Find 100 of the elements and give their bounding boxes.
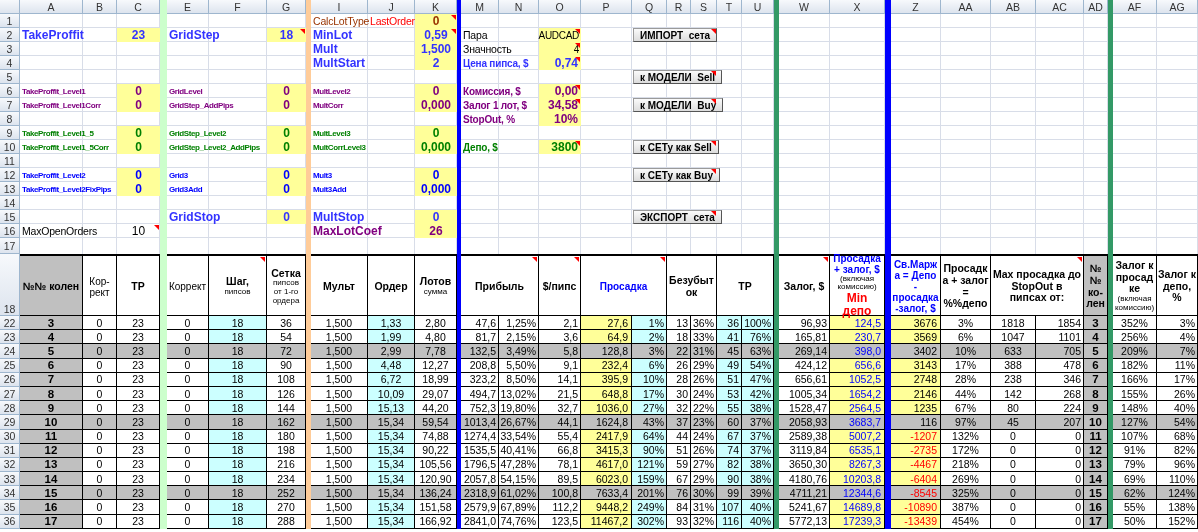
parameter-value[interactable]: 3800	[539, 140, 581, 154]
column-header[interactable]: N	[499, 0, 539, 14]
parameter-value[interactable]: 0,00	[539, 84, 581, 98]
column-header[interactable]: P	[581, 0, 632, 14]
row-number[interactable]: 24	[0, 344, 20, 359]
parameter-value[interactable]: 4	[539, 42, 581, 56]
column-header[interactable]: B	[83, 0, 117, 14]
parameter-value[interactable]: 0,000	[415, 98, 457, 112]
column-header[interactable]: W	[779, 0, 830, 14]
parameter-value[interactable]: 0	[415, 210, 457, 224]
parameter-value[interactable]: 0	[267, 182, 306, 196]
parameter-value[interactable]: 34,58	[539, 98, 581, 112]
column-header[interactable]: R	[667, 0, 691, 14]
parameter-value[interactable]: 1,500	[415, 42, 457, 56]
column-header[interactable]: X	[830, 0, 885, 14]
row-number[interactable]: 15	[0, 210, 20, 224]
column-header[interactable]: AA	[941, 0, 991, 14]
parameter-value[interactable]: 2	[415, 56, 457, 70]
parameter-value[interactable]: 0	[267, 168, 306, 182]
macro-button[interactable]: к МОДЕЛИ Buy	[633, 98, 724, 112]
table-cell: 0	[83, 316, 117, 331]
column-header[interactable]: AC	[1036, 0, 1084, 14]
parameter-value[interactable]: 0,000	[415, 140, 457, 154]
row-number[interactable]: 35	[0, 500, 20, 515]
row-number[interactable]: 10	[0, 140, 20, 154]
row-number[interactable]: 8	[0, 112, 20, 126]
row-number[interactable]: 23	[0, 330, 20, 345]
macro-button[interactable]: к СЕТу как Buy	[633, 168, 720, 182]
row-number[interactable]: 17	[0, 238, 20, 254]
row-number[interactable]: 12	[0, 168, 20, 182]
column-header[interactable]: K	[415, 0, 457, 14]
row-number[interactable]: 22	[0, 316, 20, 331]
macro-button[interactable]: ИМПОРТ сета	[633, 28, 718, 42]
column-header[interactable]: Q	[632, 0, 667, 14]
column-header[interactable]: U	[742, 0, 774, 14]
row-number[interactable]: 2	[0, 28, 20, 42]
row-number[interactable]: 29	[0, 415, 20, 430]
column-header[interactable]: C	[117, 0, 160, 14]
table-cell: 7%	[1157, 344, 1198, 359]
column-header[interactable]: AF	[1113, 0, 1157, 14]
column-header[interactable]: AG	[1157, 0, 1198, 14]
row-number[interactable]: 33	[0, 472, 20, 487]
parameter-value[interactable]: 0,74	[539, 56, 581, 70]
parameter-value[interactable]: 0	[267, 140, 306, 154]
row-number[interactable]: 5	[0, 70, 20, 84]
column-header[interactable]: F	[209, 0, 267, 14]
row-number[interactable]: 28	[0, 401, 20, 416]
macro-button[interactable]: к СЕТу как Sell	[633, 140, 719, 154]
column-header[interactable]: J	[368, 0, 415, 14]
column-header[interactable]: O	[539, 0, 581, 14]
parameter-value[interactable]: 18	[267, 28, 306, 42]
row-number[interactable]: 16	[0, 224, 20, 238]
parameter-value[interactable]: 0	[415, 168, 457, 182]
column-header[interactable]: T	[717, 0, 742, 14]
parameter-value[interactable]: 0	[117, 182, 160, 196]
row-number[interactable]: 18	[0, 254, 20, 316]
row-number[interactable]: 11	[0, 154, 20, 168]
row-number[interactable]: 14	[0, 196, 20, 210]
column-header[interactable]: A	[20, 0, 83, 14]
table-cell: 36%	[691, 316, 717, 331]
select-all-corner[interactable]	[0, 0, 20, 14]
parameter-value[interactable]: 0	[267, 126, 306, 140]
column-header[interactable]: E	[167, 0, 209, 14]
table-cell: 0	[167, 500, 209, 515]
row-number[interactable]: 13	[0, 182, 20, 196]
parameter-value[interactable]: 0	[117, 84, 160, 98]
column-header[interactable]: G	[267, 0, 306, 14]
row-number[interactable]: 7	[0, 98, 20, 112]
column-header[interactable]: I	[311, 0, 368, 14]
parameter-value[interactable]: 10	[117, 224, 160, 238]
parameter-value[interactable]: 0	[415, 126, 457, 140]
row-number[interactable]: 34	[0, 486, 20, 501]
row-number[interactable]: 9	[0, 126, 20, 140]
row-number[interactable]: 4	[0, 56, 20, 70]
table-cell: 37%	[742, 415, 774, 430]
parameter-value[interactable]: 0	[267, 210, 306, 224]
parameter-value[interactable]: 0	[117, 126, 160, 140]
macro-button[interactable]: ЭКСПОРТ сета	[633, 210, 722, 224]
parameter-value[interactable]: 0	[267, 98, 306, 112]
parameter-value[interactable]: 26	[415, 224, 457, 238]
parameter-value[interactable]: 0	[415, 14, 457, 28]
row-number[interactable]: 1	[0, 14, 20, 28]
column-header[interactable]: AD	[1084, 0, 1108, 14]
parameter-value[interactable]: 0	[117, 168, 160, 182]
column-header[interactable]: AB	[991, 0, 1036, 14]
column-header[interactable]: Z	[891, 0, 941, 14]
parameter-value[interactable]: 0	[267, 84, 306, 98]
row-number[interactable]: 6	[0, 84, 20, 98]
parameter-value[interactable]: 23	[117, 28, 160, 42]
column-header[interactable]: S	[691, 0, 717, 14]
row-number[interactable]: 3	[0, 42, 20, 56]
parameter-value[interactable]: 0,000	[415, 182, 457, 196]
macro-button[interactable]: к МОДЕЛИ Sell	[633, 70, 723, 84]
parameter-value[interactable]: 0	[117, 140, 160, 154]
parameter-value[interactable]: 0	[117, 98, 160, 112]
parameter-value[interactable]: 10%	[539, 112, 581, 126]
parameter-value[interactable]: 0,59	[415, 28, 457, 42]
parameter-value[interactable]: AUDCAD	[539, 28, 581, 42]
column-header[interactable]: M	[461, 0, 499, 14]
parameter-value[interactable]: 0	[415, 84, 457, 98]
